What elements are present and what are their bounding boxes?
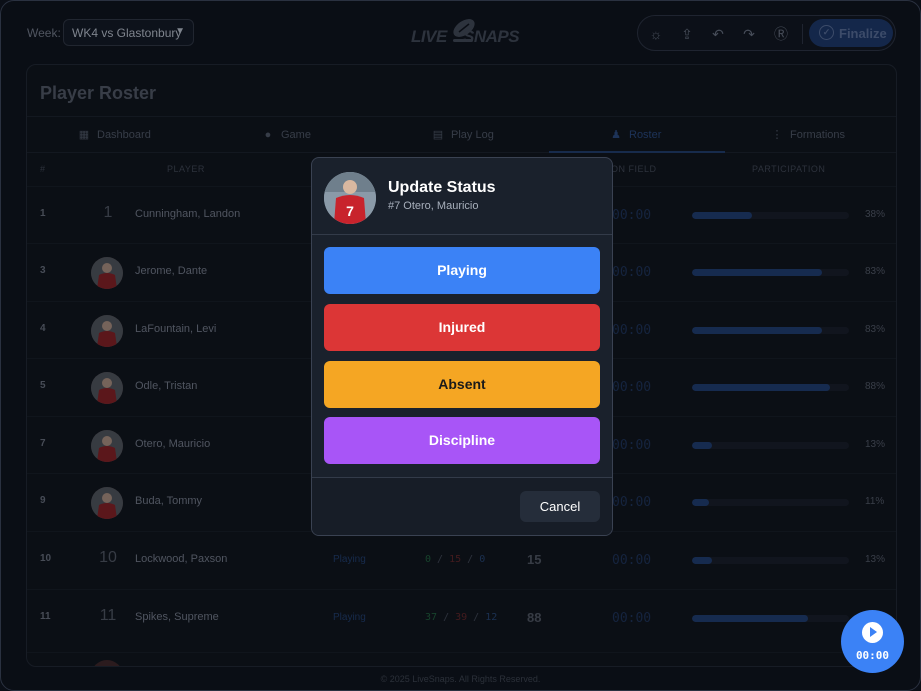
status-playing-button[interactable]: Playing xyxy=(324,247,600,294)
dialog-title: Update Status xyxy=(388,179,496,196)
player-photo-icon: 7 xyxy=(324,172,376,224)
play-icon xyxy=(862,622,883,643)
dialog-footer: Cancel xyxy=(312,477,612,535)
dialog-subtitle: #7 Otero, Mauricio xyxy=(388,200,479,212)
jersey-number: 7 xyxy=(346,203,354,219)
cancel-button[interactable]: Cancel xyxy=(520,491,600,522)
dialog-header: 7 Update Status #7 Otero, Mauricio xyxy=(312,158,612,235)
app-window: Week: WK4 vs Glastonbury ▼ LIVE SNAPS ☼ … xyxy=(0,0,921,691)
timer-readout: 00:00 xyxy=(855,649,890,662)
update-status-dialog: 7 Update Status #7 Otero, Mauricio Playi… xyxy=(311,157,613,536)
status-absent-button[interactable]: Absent xyxy=(324,361,600,408)
status-injured-button[interactable]: Injured xyxy=(324,304,600,351)
status-discipline-button[interactable]: Discipline xyxy=(324,417,600,464)
game-timer-button[interactable]: 00:00 xyxy=(841,610,904,673)
player-avatar: 7 xyxy=(324,172,376,224)
